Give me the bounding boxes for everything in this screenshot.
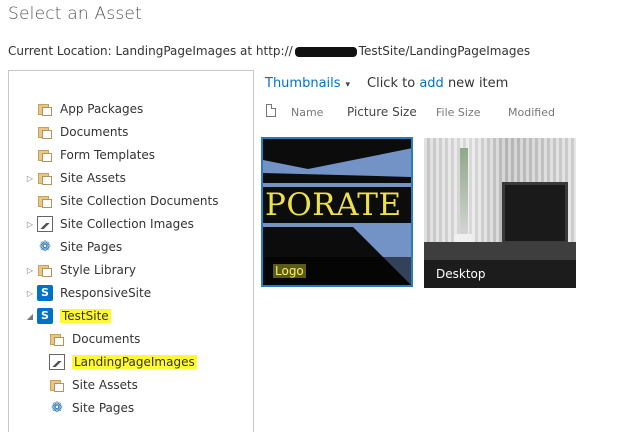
- location-prefix: Current Location: LandingPageImages at h…: [8, 44, 293, 58]
- site-pages-icon: ❁: [51, 400, 63, 416]
- view-selector[interactable]: Thumbnails ▾: [265, 76, 350, 91]
- collapse-arrow-icon[interactable]: ◢: [25, 312, 35, 321]
- tree-item-testsite[interactable]: ◢ S TestSite: [27, 306, 111, 326]
- asset-picker-panels: App Packages Documents Form Templates ▷ …: [8, 70, 640, 432]
- asset-content-pane: Thumbnails ▾ Click to add new item Name P…: [254, 70, 640, 432]
- tree-item-responsivesite[interactable]: ▷ S ResponsiveSite: [27, 283, 151, 303]
- library-icon: [37, 170, 53, 186]
- redacted-host: [294, 46, 357, 57]
- tree-item-site-collection-images[interactable]: ▷ Site Collection Images: [27, 214, 194, 234]
- tree-item-style-library[interactable]: ▷ Style Library: [27, 260, 136, 280]
- picture-library-icon: [49, 354, 65, 370]
- tree-item-site-assets[interactable]: ▷ Site Assets: [27, 168, 126, 188]
- sharepoint-site-icon: S: [37, 308, 53, 324]
- location-suffix: TestSite/LandingPageImages: [358, 44, 531, 58]
- tree-item-documents[interactable]: Documents: [37, 122, 128, 142]
- library-icon: [49, 377, 65, 393]
- library-icon: [37, 101, 53, 117]
- thumbnail-desktop[interactable]: Desktop: [424, 138, 576, 288]
- expand-arrow-icon[interactable]: ▷: [25, 220, 35, 229]
- column-header-file-size[interactable]: File Size: [436, 106, 480, 119]
- tree-item-app-packages[interactable]: App Packages: [37, 99, 143, 119]
- tree-item-site-pages[interactable]: ❁ Site Pages: [37, 237, 122, 257]
- column-header-picture-size[interactable]: Picture Size: [347, 105, 417, 119]
- caret-down-icon: ▾: [345, 80, 351, 90]
- expand-arrow-icon[interactable]: ▷: [25, 266, 35, 275]
- tree-item-landingpageimages[interactable]: LandingPageImages: [49, 352, 197, 372]
- tree-item-form-templates[interactable]: Form Templates: [37, 145, 155, 165]
- column-header-name[interactable]: Name: [291, 106, 323, 119]
- library-icon: [37, 147, 53, 163]
- dialog-title: Select an Asset: [8, 4, 142, 24]
- tree-item-site-collection-documents[interactable]: Site Collection Documents: [37, 191, 218, 211]
- library-icon: [49, 331, 65, 347]
- library-icon: [37, 124, 53, 140]
- sharepoint-site-icon: S: [37, 285, 53, 301]
- document-type-icon[interactable]: [266, 104, 276, 117]
- thumbnail-logo[interactable]: PORATE Logo: [261, 137, 413, 287]
- view-label: Thumbnails: [265, 76, 341, 91]
- add-new-item: Click to add new item: [367, 76, 509, 91]
- add-new-item-link[interactable]: add: [419, 76, 443, 91]
- tree-item-testsite-site-assets[interactable]: Site Assets: [49, 375, 138, 395]
- logo-text: PORATE: [263, 187, 411, 223]
- site-pages-icon: ❁: [39, 239, 51, 255]
- site-tree: App Packages Documents Form Templates ▷ …: [8, 70, 254, 432]
- library-icon: [37, 262, 53, 278]
- thumbnail-caption: Desktop: [436, 267, 486, 281]
- library-icon: [37, 193, 53, 209]
- current-location: Current Location: LandingPageImages at h…: [8, 44, 530, 58]
- column-header-modified[interactable]: Modified: [508, 106, 555, 119]
- tree-item-testsite-documents[interactable]: Documents: [49, 329, 140, 349]
- tree-item-testsite-site-pages[interactable]: ❁ Site Pages: [49, 398, 134, 418]
- thumbnail-caption: Logo: [273, 264, 306, 278]
- expand-arrow-icon[interactable]: ▷: [25, 174, 35, 183]
- picture-library-icon: [37, 216, 53, 232]
- expand-arrow-icon[interactable]: ▷: [25, 289, 35, 298]
